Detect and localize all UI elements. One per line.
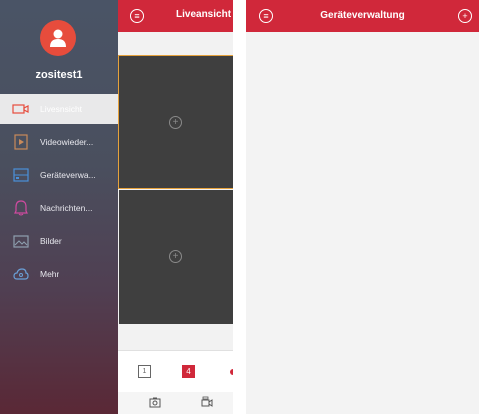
add-camera-icon[interactable]: + [169,116,182,129]
more-cloud-icon [12,266,30,282]
record-icon[interactable] [201,396,213,408]
sidebar-item-live-view[interactable]: Livesnsicht [0,94,118,124]
camera-icon [12,101,30,117]
sidebar-item-messages[interactable]: Nachrichten... [0,193,118,223]
device-management-title: Geräteverwaltung [320,10,405,21]
avatar[interactable] [40,20,76,56]
menu-icon[interactable]: ≡ [130,9,144,23]
live-view-panel: ≡ Liveansicht + + 1 4 [118,0,233,414]
video-playback-icon [12,134,30,150]
sidebar-item-label: Videowieder... [40,137,94,147]
action-toolbar [118,392,233,414]
live-view-title: Liveansicht [176,9,232,20]
sidebar-item-images[interactable]: Bilder [0,226,118,256]
image-icon [12,233,30,249]
layout-single-button[interactable]: 1 [138,365,151,378]
device-management-screen: ≡ Geräteverwaltung + [246,0,479,414]
device-icon [12,167,30,183]
username: zositest1 [35,69,83,81]
sidebar: zositest1 Livesnsicht Videowieder... Ger… [0,0,118,414]
bell-icon [12,200,30,216]
add-camera-icon[interactable]: + [169,250,182,263]
live-view-header: ≡ Liveansicht [118,0,233,32]
sidebar-item-label: Mehr [40,269,60,279]
live-view-screen: ≡ Liveansicht + + 1 4 zositest1 Livesnsi… [0,0,233,414]
sidebar-item-more[interactable]: Mehr [0,259,118,289]
snapshot-icon[interactable] [149,396,161,408]
layout-toolbar: 1 4 [118,350,233,393]
user-icon [50,29,66,47]
sidebar-item-label: Livesnsicht [40,104,83,114]
sidebar-item-label: Nachrichten... [40,203,93,213]
more-indicator-icon[interactable] [230,369,233,375]
add-device-icon[interactable]: + [458,9,472,23]
sidebar-item-label: Bilder [40,236,62,246]
sidebar-item-device-management[interactable]: Geräteverwa... [0,160,118,190]
video-tile-2[interactable]: + [119,190,233,324]
device-management-header: ≡ Geräteverwaltung + [246,0,479,32]
video-tile-1[interactable]: + [118,55,233,189]
sidebar-item-label: Geräteverwa... [40,170,96,180]
layout-quad-button[interactable]: 4 [182,365,195,378]
sidebar-item-playback[interactable]: Videowieder... [0,127,118,157]
